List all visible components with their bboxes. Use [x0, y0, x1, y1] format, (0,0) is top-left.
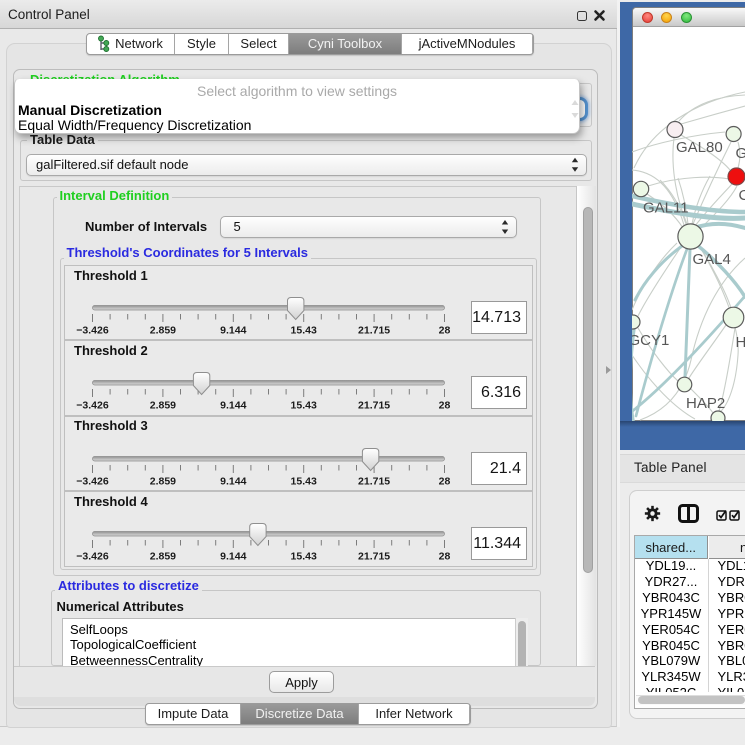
- svg-text:GAL11: GAL11: [643, 200, 689, 217]
- svg-text:21.715: 21.715: [358, 551, 390, 563]
- svg-text:9.144: 9.144: [220, 551, 246, 563]
- svg-text:15.43: 15.43: [290, 400, 316, 412]
- svg-text:2.859: 2.859: [149, 551, 175, 563]
- svg-text:H: H: [736, 334, 745, 351]
- svg-text:15.43: 15.43: [290, 475, 316, 487]
- svg-text:HAP2: HAP2: [686, 395, 725, 412]
- svg-text:GCY1: GCY1: [632, 332, 669, 349]
- svg-text:GA: GA: [736, 145, 745, 162]
- svg-text:28: 28: [438, 551, 450, 563]
- svg-text:GAL80: GAL80: [676, 139, 723, 156]
- svg-text:15.43: 15.43: [290, 325, 316, 337]
- svg-text:9.144: 9.144: [220, 400, 246, 412]
- svg-text:−3.426: −3.426: [76, 551, 109, 563]
- svg-text:2.859: 2.859: [149, 475, 175, 487]
- svg-text:GAL4: GAL4: [693, 251, 731, 268]
- svg-text:21.715: 21.715: [358, 475, 390, 487]
- svg-text:15.43: 15.43: [290, 551, 316, 563]
- svg-text:21.715: 21.715: [358, 400, 390, 412]
- svg-text:2.859: 2.859: [149, 325, 175, 337]
- svg-text:21.715: 21.715: [358, 325, 390, 337]
- svg-text:−3.426: −3.426: [76, 475, 109, 487]
- svg-text:−3.426: −3.426: [76, 400, 109, 412]
- svg-text:28: 28: [438, 475, 450, 487]
- svg-text:−3.426: −3.426: [76, 325, 109, 337]
- svg-text:9.144: 9.144: [220, 475, 246, 487]
- svg-text:28: 28: [438, 325, 450, 337]
- svg-text:9.144: 9.144: [220, 325, 246, 337]
- svg-text:C: C: [739, 187, 745, 204]
- svg-text:28: 28: [438, 400, 450, 412]
- svg-text:2.859: 2.859: [149, 400, 175, 412]
